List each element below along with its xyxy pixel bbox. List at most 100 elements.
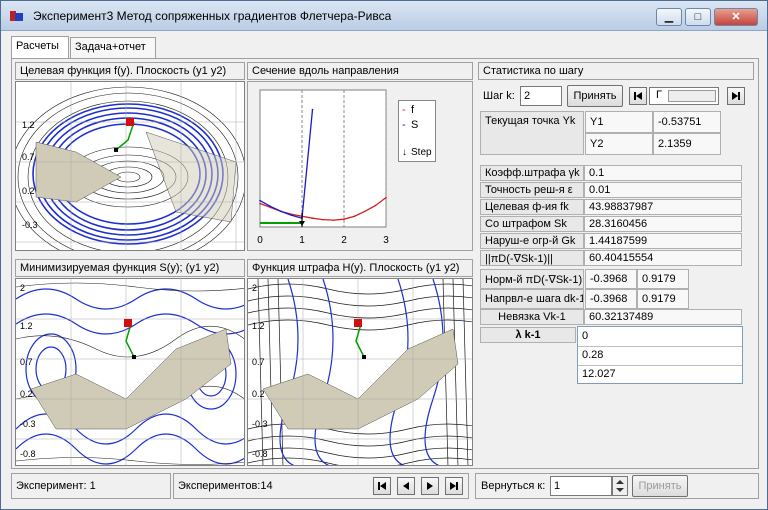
objective-value: 43.98837987 [584, 199, 742, 215]
axis-tick: 1.2 [20, 321, 33, 331]
spinner-arrows-icon [616, 480, 624, 492]
axis-tick: 0.2 [20, 389, 33, 399]
nav-next-button[interactable] [421, 477, 439, 495]
axis-tick: -0.3 [20, 419, 36, 429]
y1-label: Y1 [585, 111, 653, 133]
tab-task-report[interactable]: Задача+отчет [70, 37, 156, 59]
return-input[interactable] [550, 476, 612, 496]
gamma-label: Г [656, 89, 662, 101]
nav-prev-button[interactable] [397, 477, 415, 495]
minimize-button[interactable]: ▁ [656, 8, 682, 26]
accuracy-value: 0.01 [584, 182, 742, 198]
step-input[interactable] [520, 86, 562, 106]
skip-back-icon [378, 482, 386, 490]
axis-tick: -0.3 [252, 419, 268, 429]
tab-calculations[interactable]: Расчеты [11, 36, 69, 59]
residual-label: Невязка Vk-1 [480, 309, 584, 325]
penalty-coef-label: Коэфф.штрафа γk [480, 165, 584, 181]
lambda-list[interactable]: 0 0.28 12.027 [577, 326, 743, 384]
legend-f: f [411, 104, 415, 116]
data-point-f [343, 218, 345, 220]
axis-tick: 1.2 [252, 321, 265, 331]
minimized-contour-plot[interactable]: 2 1.2 0.7 0.2 -0.3 -0.8 [15, 278, 245, 466]
legend-marker-step: ↓ [402, 147, 407, 158]
title-bar: Эксперимент3 Метод сопряженных градиенто… [1, 1, 767, 31]
legend-s: S [411, 119, 419, 131]
direction-value-1: -0.3968 [585, 289, 637, 309]
section-chart-svg: 0 1 2 3 [257, 89, 389, 246]
last-step-button[interactable] [727, 87, 745, 105]
nav-first-button[interactable] [373, 477, 391, 495]
arrow-right-icon [427, 482, 433, 490]
arrow-left-icon [403, 482, 409, 490]
axis-tick: 0.2 [22, 186, 35, 196]
lambda-item: 0.28 [582, 349, 604, 361]
legend-marker-s: - [402, 119, 406, 131]
violation-value: 1.44187599 [584, 233, 742, 249]
section-panel-title: Сечение вдоль направления [247, 62, 473, 80]
x-tick-label: 3 [383, 235, 389, 246]
violation-label: Наруш-е огр-й Gk [480, 233, 584, 249]
return-label: Вернуться к: [481, 480, 546, 492]
x-tick-label: 1 [299, 235, 305, 246]
penalty-panel-title: Функция штрафа H(y). Плоскость (y1 y2) [247, 259, 473, 277]
accuracy-label: Точность реш-я ε [480, 182, 584, 198]
axis-tick: -0.8 [20, 449, 36, 459]
lambda-item: 0 [582, 330, 589, 342]
data-point-f [385, 196, 387, 199]
x-tick-label: 0 [257, 235, 263, 246]
projgrad-value: 60.40415554 [584, 250, 742, 266]
first-step-button[interactable] [629, 87, 647, 105]
data-point-f [353, 215, 356, 218]
axis-tick: -0.3 [22, 220, 38, 230]
nav-last-button[interactable] [445, 477, 463, 495]
with-penalty-label: Со штрафом Sk [480, 216, 584, 232]
close-button[interactable]: ✕ [714, 8, 758, 26]
axis-tick: 0.7 [252, 357, 265, 367]
data-point-f [259, 202, 261, 205]
data-point-s [269, 205, 272, 208]
window-title: Эксперимент3 Метод сопряженных градиенто… [33, 9, 392, 23]
return-accept-button[interactable]: Принять [632, 475, 688, 497]
axis-tick: 1.2 [22, 120, 35, 130]
plot-area [259, 89, 387, 228]
direction-value-2: 0.9179 [637, 289, 689, 309]
return-spinner[interactable] [612, 476, 628, 496]
objective-contour-svg [16, 82, 244, 250]
chart-legend: - f - S ↓ Step [398, 100, 436, 162]
lambda-divider [578, 346, 742, 347]
objective-panel-title: Целевая функция f(y). Плоскость (y1 y2) [15, 62, 245, 80]
minimized-panel-title: Минимизируемая функция S(y); (y1 y2) [15, 259, 245, 277]
gamma-track [668, 90, 716, 102]
axis-tick: 0.7 [20, 357, 33, 367]
residual-value: 60.32137489 [584, 309, 742, 325]
stats-header: Статистика по шагу [478, 62, 754, 80]
data-point-f [374, 204, 377, 207]
skip-forward-icon [450, 482, 458, 490]
data-point-s [311, 108, 314, 111]
legend-step: Step [411, 147, 432, 158]
skip-back-icon [634, 92, 642, 100]
y1-value: -0.53751 [653, 111, 721, 133]
penalty-contour-plot[interactable]: 2 1.2 0.7 0.2 -0.3 -0.8 [247, 278, 473, 466]
with-penalty-value: 28.3160456 [584, 216, 742, 232]
main-window: Эксперимент3 Метод сопряженных градиенто… [0, 0, 768, 510]
app-icon [10, 11, 23, 21]
data-point-s [280, 210, 282, 213]
x-tick-label: 2 [341, 235, 347, 246]
lambda-item: 12.027 [582, 368, 616, 380]
axis-tick: 2 [252, 283, 258, 293]
projgrad-label: ||πD(-∇Sk-1)|| [480, 250, 584, 266]
data-point-s [259, 199, 261, 202]
data-point-f [364, 210, 366, 213]
objective-contour-plot[interactable]: 1.2 0.7 0.2 -0.3 [15, 81, 245, 251]
gamma-slider[interactable]: Г [649, 87, 719, 105]
y2-value: 2.1359 [653, 133, 721, 155]
maximize-button[interactable]: □ [685, 8, 711, 26]
status-experiment: Эксперимент: 1 [11, 473, 171, 499]
axis-tick: 2 [20, 283, 26, 293]
accept-step-button[interactable]: Принять [567, 85, 623, 107]
direction-label: Напрвл-е шага dk-1 [480, 289, 584, 309]
data-point-f [322, 218, 324, 221]
norm-label: Норм-й πD(-∇Sk-1) [480, 269, 584, 289]
